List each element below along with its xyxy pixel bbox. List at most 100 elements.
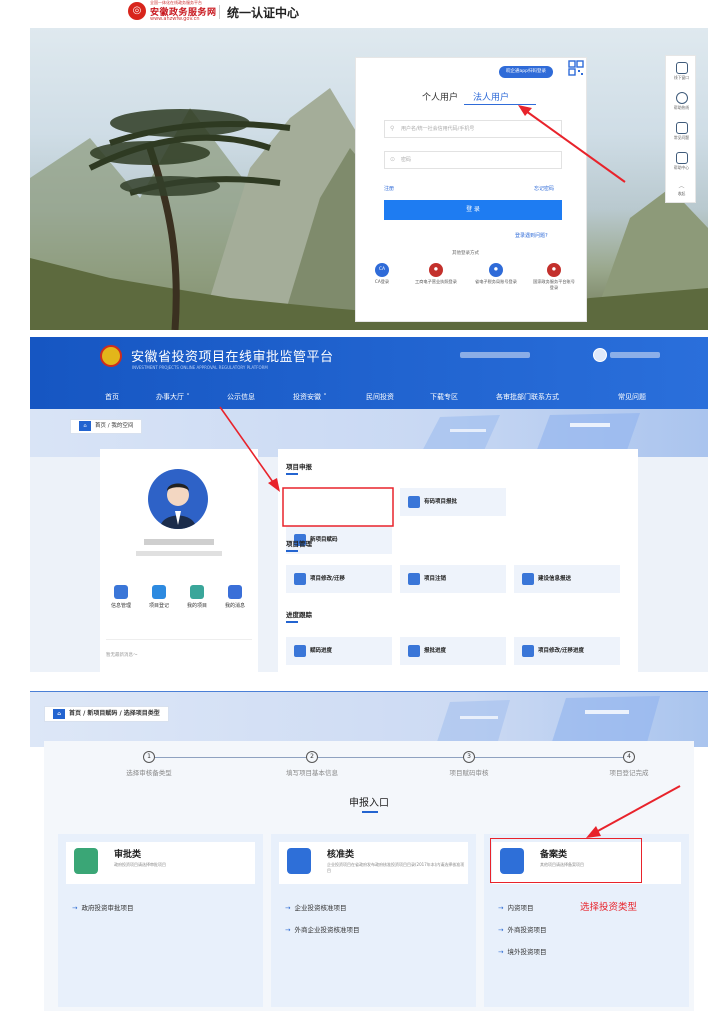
nav-private-invest[interactable]: 民间投资 — [366, 392, 394, 402]
register-icon — [152, 585, 166, 599]
platform-screenshot: 安徽省投资项目在线审批监管平台 INVESTMENT PROJECTS ONLI… — [30, 337, 708, 672]
project-modify-button[interactable]: 项目修改/迁移 — [286, 565, 392, 593]
username-input[interactable]: ⚲ 用户名/统一社会信用代码/手机号 — [384, 120, 562, 138]
breadcrumb-text[interactable]: 首页 / 我的空间 — [95, 423, 133, 429]
home-icon[interactable]: ⌂ — [79, 420, 91, 431]
national-login-label: 国家政务服务平台账号登录 — [533, 279, 575, 290]
step-4: 4 项目登记完成 — [574, 751, 684, 777]
header-divider — [219, 5, 220, 19]
password-placeholder: 密码 — [401, 157, 412, 163]
grid-icon — [294, 645, 306, 657]
code-progress-button[interactable]: 赋码进度 — [286, 637, 392, 665]
my-projects[interactable]: 我的项目 — [180, 585, 214, 609]
approval-type-card[interactable]: 审批类 政府投资项目请选择审批项目 → 政府投资审批项目 — [58, 834, 263, 1007]
annotation-text: 选择投资类型 — [580, 902, 638, 913]
type-name: 审批类 — [114, 850, 142, 860]
project-cancel-button[interactable]: 项目注销 — [400, 565, 506, 593]
other-login-title: 其他登录方式 — [452, 251, 479, 256]
breadcrumb-text[interactable]: 首页 / 新项目赋码 / 选择项目类型 — [69, 710, 160, 717]
gov-logo-icon: ◎ — [128, 2, 146, 20]
collapse-tool[interactable]: ︿ 收起 — [666, 180, 697, 197]
project-register[interactable]: 项目登记 — [142, 585, 176, 609]
action-label: 报批进度 — [424, 648, 447, 654]
hotline-tool[interactable]: 帮助热线 — [666, 92, 697, 111]
home-icon[interactable]: ⌂ — [53, 708, 65, 719]
type-name: 核准类 — [327, 850, 355, 860]
ca-login[interactable]: CA CA登录 — [360, 263, 404, 285]
store-icon — [675, 62, 688, 74]
nav-home[interactable]: 首页 — [105, 392, 119, 402]
login-button[interactable]: 登 录 — [384, 200, 562, 220]
nav-service-hall[interactable]: 办事大厅 ˅ — [156, 392, 190, 402]
step-label: 项目登记完成 — [609, 769, 649, 777]
link-label: 企业投资核准项目 — [294, 904, 347, 912]
action-label: 新项目赋码 — [310, 537, 338, 543]
info-management[interactable]: 信息管理 — [104, 585, 138, 609]
qr-code-icon[interactable] — [568, 60, 584, 76]
overseas-invest-link[interactable]: → 境外投资项目 — [498, 946, 546, 956]
enterprise-verify-link[interactable]: → 企业投资核准项目 — [285, 902, 346, 912]
construction-report-button[interactable]: 建设信息报送 — [514, 565, 620, 593]
entry-title: 申报入口 — [349, 798, 389, 809]
nav-public-info[interactable]: 公示信息 — [227, 392, 255, 402]
blurred-user-name[interactable] — [610, 352, 660, 358]
main-nav: 首页 办事大厅 ˅ 公示信息 投资安徽 ˅ 民间投资 下载专区 各审批部门联系方… — [30, 387, 708, 409]
license-login-label: 工商电子营业执照登录 — [415, 279, 457, 284]
existing-code-approval-button[interactable]: 有码项目报批 — [400, 488, 506, 516]
modify-progress-button[interactable]: 项目修改/迁移进度 — [514, 637, 620, 665]
site-url: www.ahzwfw.gov.cn — [150, 16, 200, 22]
tab-legal-user[interactable]: 法人用户 — [473, 90, 509, 103]
national-icon: ● — [547, 263, 561, 277]
foreign-invest-link[interactable]: → 外商投资项目 — [498, 924, 546, 934]
license-icon: ● — [429, 263, 443, 277]
platform-title[interactable]: 安徽省投资项目在线审批监管平台 — [131, 346, 334, 365]
my-messages[interactable]: 我的消息 — [218, 585, 252, 609]
nav-faq[interactable]: 常见问题 — [618, 392, 646, 402]
foreign-verify-link[interactable]: → 外商企业投资核准项目 — [285, 924, 359, 934]
section-underline — [286, 621, 298, 623]
report-icon — [522, 573, 534, 585]
tool-label: 常见问题 — [673, 135, 690, 140]
gov-approval-link[interactable]: → 政府投资审批项目 — [72, 902, 133, 912]
national-login[interactable]: ● 国家政务服务平台账号登录 — [532, 263, 576, 290]
tax-login-label: 省电子税务局账号登录 — [475, 279, 517, 284]
forgot-password-link[interactable]: 忘记密码 — [534, 185, 554, 192]
help-center-tool[interactable]: 帮助中心 — [666, 152, 697, 171]
auth-center-title: 统一认证中心 — [227, 6, 300, 20]
approval-progress-button[interactable]: 报批进度 — [400, 637, 506, 665]
tax-login[interactable]: ● 省电子税务局账号登录 — [474, 263, 518, 285]
avatar[interactable] — [148, 469, 208, 529]
verification-type-card[interactable]: 核准类 企业投资项目在省政府发布政府核准投资项目目录(2017年本)内请选择核准… — [271, 834, 476, 1007]
ca-login-label: CA登录 — [374, 279, 390, 284]
faq-tool[interactable]: 常见问题 — [666, 122, 697, 141]
tool-label: 收起 — [677, 191, 686, 196]
tool-label: 帮助中心 — [673, 165, 690, 170]
nav-invest-anhui[interactable]: 投资安徽 ˅ — [293, 392, 327, 402]
breadcrumb: ⌂ 首页 / 我的空间 — [70, 419, 143, 434]
step-label: 填写项目基本信息 — [286, 769, 338, 777]
type-desc: 企业投资项目在省政府发布政府核准投资项目目录(2017年本)内请选择核准项目 — [327, 862, 465, 873]
login-help-link[interactable]: 登录遇到问题? — [515, 232, 548, 239]
nav-contacts[interactable]: 各审批部门联系方式 — [496, 392, 559, 402]
step-3: 3 项目赋码审核 — [414, 751, 524, 777]
function-card: 项目申报 新项目赋码 有码项目报批 项目管理 项目修改/迁移 项目注销 建设信息… — [278, 449, 638, 672]
tab-personal-user[interactable]: 个人用户 — [422, 90, 458, 103]
arrow-right-icon: → — [285, 904, 291, 912]
register-link[interactable]: 注册 — [384, 185, 394, 192]
emblem-icon — [100, 345, 122, 367]
nav-download[interactable]: 下载专区 — [430, 392, 458, 402]
project-type-screenshot: ⌂ 首页 / 新项目赋码 / 选择项目类型 1 选择审核备类型 2 填写项目基本信息 … — [30, 691, 708, 1013]
license-login[interactable]: ● 工商电子营业执照登录 — [414, 263, 458, 285]
scan-login-button[interactable]: 皖企通app扫码登录 — [499, 66, 553, 78]
section-title-apply: 项目申报 — [286, 463, 312, 471]
action-label: 我的消息 — [224, 603, 245, 609]
breadcrumb: ⌂ 首页 / 新项目赋码 / 选择项目类型 — [44, 706, 169, 722]
user-avatar-icon[interactable] — [593, 348, 607, 362]
tax-icon: ● — [489, 263, 503, 277]
action-label: 项目修改/迁移进度 — [538, 648, 585, 654]
offline-window-tool[interactable]: 线下窗口 — [666, 62, 697, 81]
step-number: 3 — [463, 751, 475, 763]
password-input[interactable]: ⊙ 密码 — [384, 151, 562, 169]
domestic-project-link[interactable]: → 内资项目 — [498, 902, 533, 912]
card-header: 核准类 企业投资项目在省政府发布政府核准投资项目目录(2017年本)内请选择核准… — [279, 842, 468, 884]
